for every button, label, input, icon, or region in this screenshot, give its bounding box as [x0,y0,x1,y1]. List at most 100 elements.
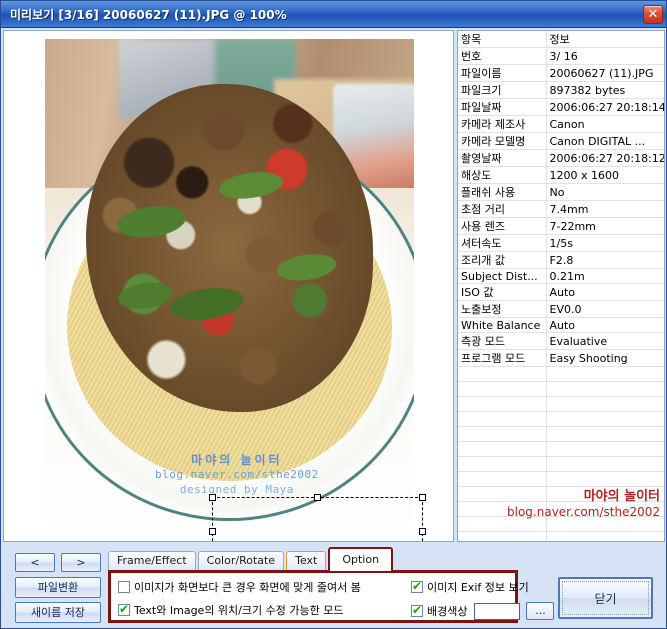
exif-row[interactable]: 초점 거리 7.4mm [458,200,664,218]
window-title: 미리보기 [3/16] 20060627 (11).JPG @ 100% [10,7,287,22]
exif-key [458,531,547,541]
exif-key: ISO 값 [458,283,547,301]
next-image-button[interactable]: > [61,553,101,572]
exif-key [458,411,547,427]
metadata-overlay-watermark: 마야의 놀이터 blog.naver.com/sthe2002 [507,489,660,520]
exif-row[interactable]: 조리개 값 F2.8 [458,251,664,269]
exif-value: EV0.0 [546,300,664,318]
background-color-swatch[interactable] [474,602,521,620]
exif-value: 정보 [546,31,664,48]
resize-handle-middle-right[interactable] [419,528,426,535]
exif-row[interactable]: 파일이름 20060627 (11).JPG [458,64,664,82]
exif-row[interactable]: Subject Dist... 0.21m [458,268,664,284]
exif-row[interactable]: White Balance Auto [458,317,664,333]
option-fit-to-screen-row[interactable]: 이미지가 화면보다 큰 경우 화면에 맞게 줄여서 봄 [118,579,361,595]
close-window-button[interactable]: ✕ [643,5,663,24]
exif-row[interactable]: 플래쉬 사용 No [458,183,664,201]
exif-value: F2.8 [546,251,664,269]
exif-key [458,426,547,442]
option-fit-to-screen-checkbox[interactable] [118,581,130,593]
exif-value: 1200 x 1600 [546,166,664,184]
exif-key [458,471,547,487]
preview-window: 미리보기 [3/16] 20060627 (11).JPG @ 100% ✕ 마… [0,0,667,629]
exif-empty-row[interactable] [458,456,664,472]
exif-key: 프로그램 모드 [458,349,547,367]
option-edit-mode-row[interactable]: Text와 Image의 위치/크기 수정 가능한 모드 [118,602,343,618]
resize-handle-top-left[interactable] [209,494,216,501]
tab-option[interactable]: Option [328,547,394,571]
exif-value: Canon [546,115,664,133]
exif-empty-row[interactable] [458,471,664,487]
exif-row[interactable]: 측광 모드 Evaluative [458,332,664,350]
exif-key: 파일날짜 [458,98,547,116]
exif-empty-row[interactable] [458,441,664,457]
photo-image[interactable]: 마야의 놀이터 blog.naver.com/sthe2002 designed… [45,39,414,536]
exif-row[interactable]: 파일날짜 2006:06:27 20:18:14 [458,98,664,116]
text-selection-box[interactable] [209,494,426,541]
exif-row[interactable]: 촬영날짜 2006:06:27 20:18:12 [458,149,664,167]
exif-row[interactable]: 셔터속도 1/5s [458,234,664,252]
exif-metadata-panel[interactable]: 항목 정보 번호 3/ 16 파일이름 20060627 (11).JPG 파일크기 8973… [457,30,665,542]
resize-handle-top-right[interactable] [419,494,426,501]
exif-empty-row[interactable] [458,396,664,412]
exif-value: 7-22mm [546,217,664,235]
file-convert-button[interactable]: 파일변환 [15,577,101,598]
exif-value [546,396,664,412]
exif-empty-row[interactable] [458,531,664,541]
exif-table: 항목 정보 번호 3/ 16 파일이름 20060627 (11).JPG 파일크기 8973… [458,31,664,541]
exif-key: Subject Dist... [458,268,547,284]
overlay-line-2: blog.naver.com/sthe2002 [507,505,660,519]
exif-row[interactable]: 카메라 제조사 Canon [458,115,664,133]
option-show-exif-checkbox[interactable] [411,579,423,593]
exif-value [546,381,664,397]
exif-key [458,441,547,457]
exif-row[interactable]: 번호 3/ 16 [458,47,664,65]
exif-value [546,366,664,382]
tab-color-rotate[interactable]: Color/Rotate [197,551,285,570]
exif-empty-row[interactable] [458,366,664,382]
option-show-exif-label: 이미지 Exif 정보 보기 [427,581,529,594]
exif-value [546,471,664,487]
exif-row[interactable]: 파일크기 897382 bytes [458,81,664,99]
exif-value [546,411,664,427]
option-edit-mode-checkbox[interactable] [118,602,130,616]
exif-empty-row[interactable] [458,381,664,397]
exif-row[interactable]: 노출보정 EV0.0 [458,300,664,318]
image-viewport[interactable]: 마야의 놀이터 blog.naver.com/sthe2002 designed… [3,30,454,542]
exif-value: 7.4mm [546,200,664,218]
exif-value: 1/5s [546,234,664,252]
resize-handle-top-center[interactable] [313,494,321,501]
exif-row[interactable]: 해상도 1200 x 1600 [458,166,664,184]
close-dialog-button[interactable]: 닫기 [558,577,653,619]
tab-text[interactable]: Text [286,551,327,570]
title-bar: 미리보기 [3/16] 20060627 (11).JPG @ 100% ✕ [1,1,666,28]
exif-empty-row[interactable] [458,426,664,442]
exif-header-row[interactable]: 항목 정보 [458,31,664,48]
resize-handle-middle-left[interactable] [209,528,216,535]
background-color-browse-button[interactable]: ... [526,602,555,620]
exif-value: Easy Shooting [546,349,664,367]
exif-key: 항목 [458,31,547,48]
exif-key: 파일크기 [458,81,547,99]
exif-key [458,381,547,397]
exif-row[interactable]: 사용 렌즈 7-22mm [458,217,664,235]
close-dialog-label: 닫기 [562,581,649,615]
exif-value: Canon DIGITAL ... [546,132,664,150]
option-background-color-checkbox[interactable] [411,603,423,617]
option-show-exif-row[interactable]: 이미지 Exif 정보 보기 [411,579,529,595]
exif-key: 노출보정 [458,300,547,318]
option-background-color-row[interactable]: 배경색상 ... [411,602,555,620]
exif-empty-row[interactable] [458,411,664,427]
exif-value: 897382 bytes [546,81,664,99]
exif-key: 번호 [458,47,547,65]
exif-row[interactable]: 프로그램 모드 Easy Shooting [458,349,664,367]
exif-row[interactable]: 카메라 모델명 Canon DIGITAL ... [458,132,664,150]
exif-key: 측광 모드 [458,332,547,350]
previous-image-button[interactable]: < [15,553,55,572]
exif-key [458,456,547,472]
exif-row[interactable]: ISO 값 Auto [458,283,664,301]
save-as-button[interactable]: 새이름 저장 [15,602,101,623]
option-fit-to-screen-label: 이미지가 화면보다 큰 경우 화면에 맞게 줄여서 봄 [134,581,361,594]
tab-frame-effect[interactable]: Frame/Effect [108,551,196,570]
option-edit-mode-label: Text와 Image의 위치/크기 수정 가능한 모드 [134,604,344,617]
